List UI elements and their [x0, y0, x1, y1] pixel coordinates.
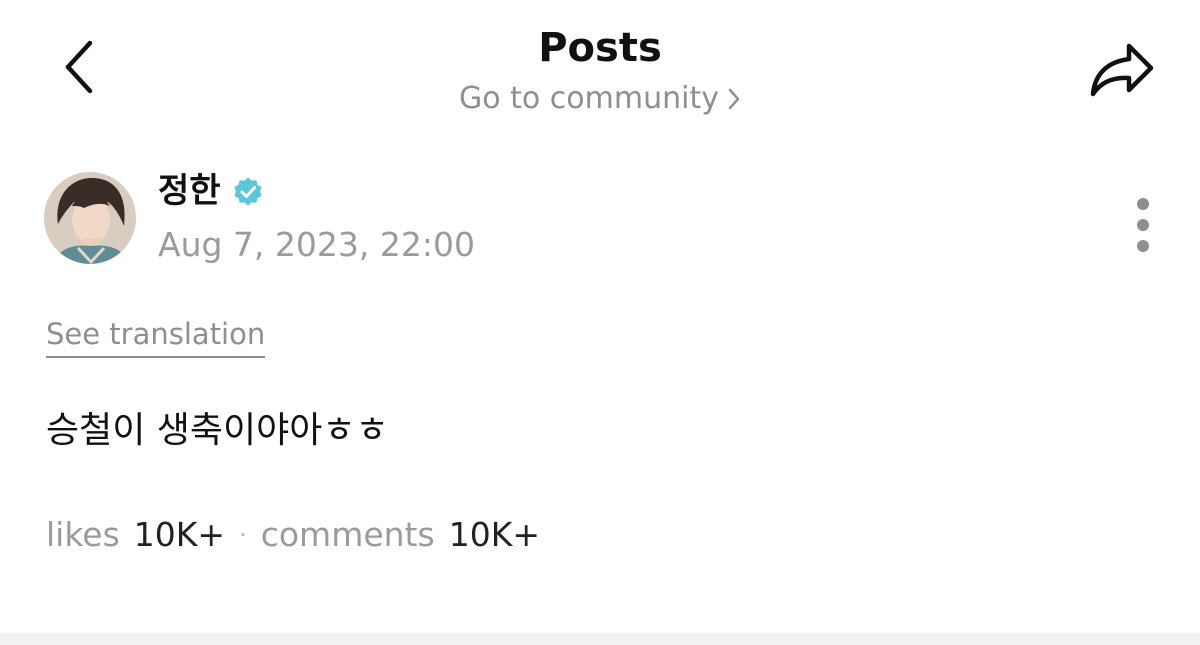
likes-count[interactable]: 10K+: [134, 512, 225, 558]
likes-label[interactable]: likes: [46, 512, 120, 558]
comments-count[interactable]: 10K+: [449, 512, 540, 558]
more-vertical-icon-dot: [1137, 219, 1149, 231]
section-divider: [0, 633, 1200, 645]
profile-photo: [44, 172, 136, 264]
post-timestamp: Aug 7, 2023, 22:00: [158, 225, 475, 264]
chevron-right-icon: [728, 88, 740, 110]
post-stats: likes 10K+ · comments 10K+: [46, 512, 540, 558]
avatar[interactable]: [44, 172, 136, 264]
comments-label[interactable]: comments: [261, 512, 435, 558]
more-options-button[interactable]: [1120, 192, 1166, 258]
more-vertical-icon-dot: [1137, 198, 1149, 210]
stats-separator: ·: [239, 521, 247, 549]
see-translation-link[interactable]: See translation: [46, 314, 266, 358]
post-body-text: 승철이 생축이야아ㅎㅎ: [46, 410, 389, 451]
go-to-community-link[interactable]: Go to community: [0, 78, 1200, 120]
verified-badge-icon: [234, 177, 262, 206]
page-title: Posts: [538, 25, 662, 71]
author-name[interactable]: 정한: [158, 168, 221, 214]
more-vertical-icon-dot: [1137, 240, 1149, 252]
share-arrow-icon: [1090, 43, 1154, 97]
share-button[interactable]: [1080, 32, 1164, 108]
community-link-label: Go to community: [459, 81, 719, 116]
